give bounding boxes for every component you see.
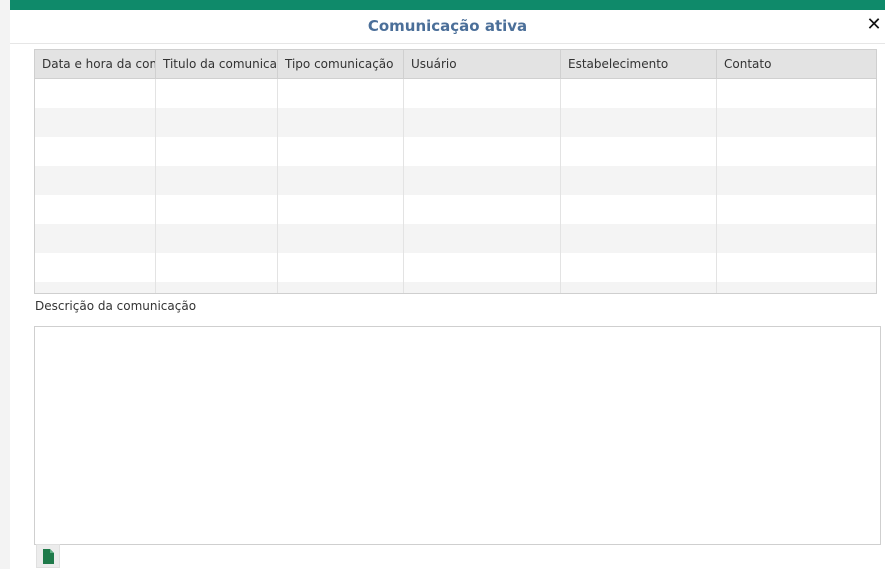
table-row[interactable]: [35, 79, 876, 108]
table-row[interactable]: [35, 137, 876, 166]
close-icon[interactable]: ✕: [865, 15, 883, 35]
grid-body: [35, 79, 876, 293]
table-row[interactable]: [35, 166, 876, 195]
table-row[interactable]: [35, 195, 876, 224]
dialog-title-bar: Comunicação ativa ✕: [10, 10, 885, 44]
table-row[interactable]: [35, 108, 876, 137]
table-row[interactable]: [35, 282, 876, 293]
column-header-contact[interactable]: Contato: [717, 50, 876, 78]
column-header-user[interactable]: Usuário: [404, 50, 561, 78]
dialog-title: Comunicação ativa: [367, 17, 528, 35]
communication-dialog: Comunicação ativa ✕ Data e hora da com T…: [10, 10, 885, 569]
table-row[interactable]: [35, 253, 876, 282]
grid-header: Data e hora da com Titulo da comunicação…: [35, 50, 876, 79]
description-label: Descrição da comunicação: [35, 299, 197, 313]
background-edge: [0, 0, 10, 569]
table-row[interactable]: [35, 224, 876, 253]
column-header-title[interactable]: Titulo da comunicação: [156, 50, 278, 78]
new-document-button[interactable]: [36, 544, 60, 568]
top-accent-strip: [0, 0, 885, 10]
column-header-establishment[interactable]: Estabelecimento: [561, 50, 717, 78]
document-icon: [43, 549, 54, 564]
communication-grid: Data e hora da com Titulo da comunicação…: [34, 49, 877, 294]
description-textarea[interactable]: [34, 326, 881, 545]
column-header-type[interactable]: Tipo comunicação: [278, 50, 404, 78]
column-header-date-time[interactable]: Data e hora da com: [35, 50, 156, 78]
